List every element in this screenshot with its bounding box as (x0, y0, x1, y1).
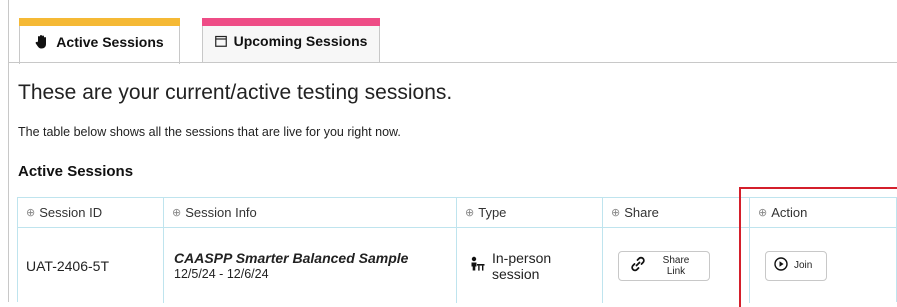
session-title: CAASPP Smarter Balanced Sample (174, 250, 409, 266)
highlight-box (739, 187, 897, 307)
header-label: Type (478, 205, 507, 220)
tab-accent-bar (202, 18, 380, 26)
share-link-button[interactable]: Share Link (618, 250, 710, 281)
tab-label: Active Sessions (56, 33, 164, 50)
tab-accent-bar (19, 18, 180, 26)
tab-upcoming-sessions[interactable]: Upcoming Sessions (202, 18, 380, 63)
section-title: Active Sessions (18, 163, 134, 180)
sort-icon: ⊕ (172, 207, 182, 219)
session-info-cell: CAASPP Smarter Balanced Sample 12/5/24 -… (164, 228, 457, 303)
header-label: Share (624, 205, 659, 220)
calendar-icon (214, 35, 227, 47)
session-id: UAT-2406-5T (26, 257, 109, 274)
column-header-session-id[interactable]: ⊕ Session ID (18, 198, 164, 227)
in-person-icon (469, 256, 485, 275)
tab-label: Upcoming Sessions (233, 33, 368, 49)
sort-icon: ⊕ (26, 207, 36, 219)
tab-bar-divider (8, 62, 897, 63)
tab-active-sessions[interactable]: Active Sessions (19, 18, 180, 64)
share-cell: Share Link (603, 228, 750, 303)
page-heading: These are your current/active testing se… (18, 81, 453, 104)
hand-icon (35, 34, 49, 49)
link-icon (629, 255, 647, 276)
sort-icon: ⊕ (465, 207, 475, 219)
column-header-session-info[interactable]: ⊕ Session Info (164, 198, 457, 227)
session-type: In-person session (492, 249, 552, 282)
column-header-type[interactable]: ⊕ Type (457, 198, 603, 227)
header-label: Session ID (39, 205, 103, 220)
sort-icon: ⊕ (611, 207, 621, 219)
tab-bar: Active Sessions Upcoming Sessions (8, 0, 897, 64)
column-header-share[interactable]: ⊕ Share (603, 198, 750, 227)
session-type-cell: In-person session (457, 228, 603, 303)
session-dates: 12/5/24 - 12/6/24 (174, 267, 269, 281)
page-description: The table below shows all the sessions t… (18, 125, 401, 139)
share-link-label: Share Link (662, 254, 690, 277)
header-label: Session Info (185, 205, 257, 220)
session-id-cell: UAT-2406-5T (18, 228, 164, 303)
